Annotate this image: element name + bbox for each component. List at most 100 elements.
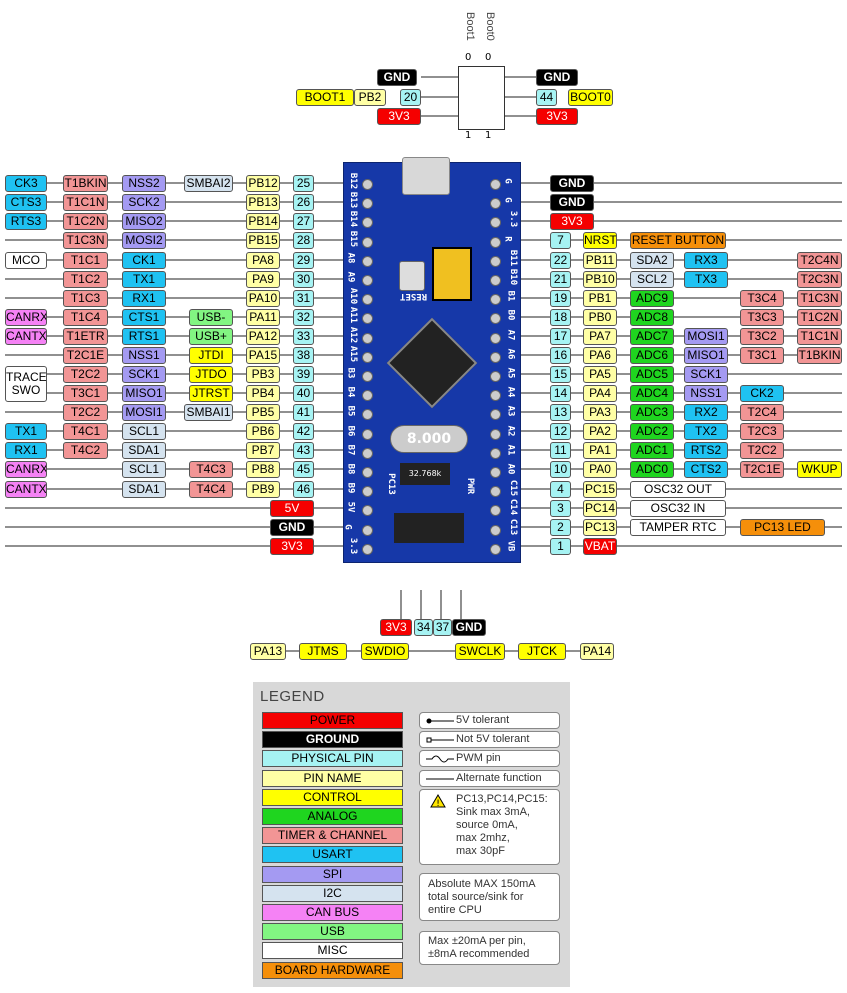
pin-label-19: 19 [550,290,571,307]
pin-label-pa2: PA2 [583,423,617,440]
pin-hole [490,428,501,440]
pin-label-ck1: CK1 [122,252,166,269]
pin-label-tx2: TX2 [684,423,728,440]
pin-label-rts2: RTS2 [684,442,728,459]
silk-label: B10 [508,268,519,286]
legend-swatch-physical-pin: PHYSICAL PIN [262,750,403,768]
pin-label-vbat: VBAT [583,538,617,555]
pin-label-pb3: PB3 [246,366,280,383]
pin-label-43: 43 [293,442,314,459]
pin-label-mco: MCO [5,252,47,269]
legend-swatch-misc: MISC [262,942,403,960]
silk-label: 5V [345,501,356,513]
pin-label-swclk: SWCLK [455,643,505,660]
legend-swatch-can-bus: CAN BUS [262,904,403,921]
pin-label-3v3: 3V3 [377,108,421,125]
pwm-icon [426,755,454,763]
boot1-zero-mark: 0 [465,52,472,63]
pin-hole [490,332,501,344]
pin-hole [362,332,373,344]
pin-hole [362,275,373,286]
pin-label-30: 30 [293,271,314,288]
pin-label-pb6: PB6 [246,423,280,440]
absolute-max-text: Absolute MAX 150mA total source/sink for… [428,878,536,916]
pin-label-pa13: PA13 [250,643,286,660]
silk-label: VB [505,540,516,552]
pin-label-pc13-led: PC13 LED [740,519,825,536]
legend-swatch-usart: USART [262,846,403,864]
pin-label-31: 31 [293,290,314,307]
pin-label-canrx: CANRX [5,461,47,478]
legend-symbol-dot: 5V tolerant [419,712,560,729]
pin-label-pa4: PA4 [583,385,617,402]
pin-label-t3c3: T3C3 [740,309,784,326]
pin-label-pa15: PA15 [246,347,280,364]
legend-swatch-analog: ANALOG [262,808,403,825]
boot-jumpers [432,247,472,301]
pin-label-boot1: BOOT1 [296,89,354,106]
pin-hole [362,543,373,555]
pin-hole [490,371,501,382]
pin-label-t4c3: T4C3 [189,461,233,478]
reset-button[interactable] [399,261,425,291]
pin-hole [362,524,373,536]
legend-swatch-i2c: I2C [262,884,403,902]
legend-symbol-pwm: PWM pin [419,750,560,768]
pin-hole [362,255,373,267]
pin-label-32: 32 [293,309,314,326]
silk-label: B4 [345,386,356,398]
pin-label-t2c2: T2C2 [63,404,108,421]
legend-symbol-text: 5V tolerant [456,714,510,726]
pin-label-ck2: CK2 [740,385,784,402]
pin-label-pc14: PC14 [583,500,617,517]
pin-label-adc3: ADC3 [630,404,674,421]
silk-label: C15 [508,480,519,497]
pin-label-3v3: 3V3 [380,619,412,636]
pin-label-t2c2: T2C2 [740,442,784,459]
pin-label-rts1: RTS1 [122,328,166,345]
pin-label-pb4: PB4 [246,385,280,402]
boot0-one-mark: 1 [485,130,492,141]
pc-sink-note: ! PC13,PC14,PC15: Sink max 3mA, source 0… [419,789,560,865]
pin-hole [362,179,373,190]
legend-title: LEGEND [260,688,325,705]
pin-label-25: 25 [293,175,314,192]
silk-label: C13 [508,518,519,535]
pin-label-t2c2: T2C2 [63,366,108,383]
legend-symbol-text: Not 5V tolerant [456,733,530,746]
pin-label-5v: 5V [270,500,314,517]
pin-label-tamper-rtc: TAMPER RTC [630,519,726,536]
pin-label-pa9: PA9 [246,271,280,288]
pin-label-jtdi: JTDI [189,347,233,364]
pin-label-t1c3n: T1C3N [797,290,842,307]
pin-label-cts1: CTS1 [122,309,166,326]
pin-label-t1c1: T1C1 [63,252,108,269]
silk-label: A10 [348,288,359,305]
pin-label-pb2: PB2 [354,89,386,106]
pin-label-t3c2: T3C2 [740,328,784,345]
boot0-label: Boot0 [484,12,496,41]
pin-label-tx3: TX3 [684,271,728,288]
mcu-chip [386,317,478,409]
rtc-crystal: 32.768k [400,463,450,485]
pin-label-pb14: PB14 [246,213,280,230]
pin-label-28: 28 [293,232,314,249]
silk-label: A8 [345,252,356,264]
pin-label-pb13: PB13 [246,194,280,211]
pin-label-t1c2: T1C2 [63,271,108,288]
pin-label-rx3: RX3 [684,252,728,269]
pin-label-adc1: ADC1 [630,442,674,459]
pin-label-pb8: PB8 [246,461,280,478]
pin-label-adc4: ADC4 [630,385,674,402]
pin-label-rx1: RX1 [122,290,166,307]
pin-label-pc13: PC13 [583,519,617,536]
pin-label-45: 45 [293,461,314,478]
swo-text: SWO [11,383,41,397]
silk-label: A11 [348,307,359,324]
pin-hole [490,351,501,363]
pin-label-37: 37 [433,619,452,636]
pin-label-42: 42 [293,423,314,440]
pin-label-boot0: BOOT0 [568,89,613,106]
pin-label-cts3: CTS3 [5,194,47,211]
pin-label-13: 13 [550,404,571,421]
